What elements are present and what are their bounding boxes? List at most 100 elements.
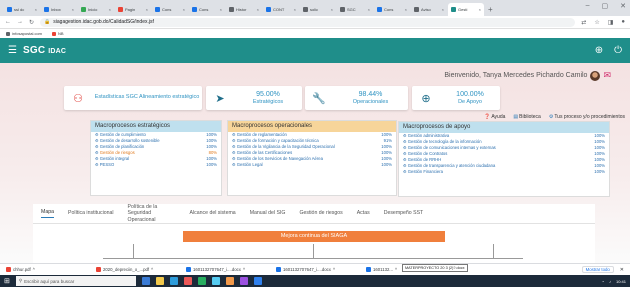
taskbar-app-icon[interactable] (197, 277, 206, 285)
close-window-icon[interactable]: ✕ (620, 2, 626, 10)
paper-plane-icon: ➤ (215, 92, 225, 105)
maximize-icon[interactable]: ▢ (602, 2, 609, 10)
network-icon[interactable]: ◔ (602, 279, 604, 284)
browser-tab[interactable]: CONT × (263, 3, 299, 16)
tab-label: Cons (384, 7, 394, 12)
card-strategic[interactable]: ➤ 95.00% Estratégicos (206, 86, 302, 110)
info-tab[interactable]: Actas (357, 210, 370, 216)
back-icon[interactable]: ← (5, 19, 11, 25)
forward-icon[interactable]: → (17, 19, 23, 25)
download-item[interactable]: 1601132707647_i....docx ^ (276, 267, 360, 272)
chevron-up-icon[interactable]: ^ (151, 267, 153, 272)
info-tab[interactable]: Política institucional (68, 210, 114, 216)
avatar[interactable] (590, 70, 601, 81)
download-item[interactable]: 2020_depreciin_o_...pdf ^ (96, 267, 180, 272)
tab-close-icon[interactable]: × (183, 7, 185, 12)
volume-icon[interactable]: ♪ (609, 279, 611, 284)
translate-icon[interactable]: ⇄ (581, 19, 586, 26)
browser-tab[interactable]: Histor × (226, 3, 262, 16)
card-operational[interactable]: 🔧 98.44% Operacionales (305, 86, 408, 110)
taskbar-search[interactable]: ⚲ Escribir aquí para buscar (15, 276, 136, 286)
taskbar-app-icon[interactable] (169, 277, 178, 285)
close-downloads-icon[interactable]: ✕ (620, 267, 624, 273)
tab-close-icon[interactable]: × (257, 7, 259, 12)
browser-tab[interactable]: ssl dc × (4, 3, 40, 16)
profile-icon[interactable]: ● (621, 19, 625, 26)
new-tab-button[interactable]: + (488, 5, 493, 14)
menu-icon[interactable]: ☰ (8, 45, 17, 56)
browser-tab[interactable]: Cons × (189, 3, 225, 16)
app-title-main: SGC (22, 45, 46, 56)
info-tab[interactable]: Mapa (41, 209, 54, 218)
taskbar-app-icon[interactable] (253, 277, 262, 285)
show-all-downloads-button[interactable]: Mostrar todo (581, 266, 614, 273)
browser-tab[interactable]: solic × (300, 3, 336, 16)
taskbar-app-icon[interactable] (183, 277, 192, 285)
windows-start-icon[interactable]: ⊞ (4, 277, 10, 285)
chevron-up-icon[interactable]: ^ (395, 267, 397, 272)
tab-close-icon[interactable]: × (442, 7, 444, 12)
tab-close-icon[interactable]: × (368, 7, 370, 12)
tab-close-icon[interactable]: × (405, 7, 407, 12)
clock[interactable]: 10:41 (616, 279, 626, 284)
browser-tab[interactable]: Pagin × (115, 3, 151, 16)
process-link[interactable]: ⚙Gestión Legal (232, 162, 263, 168)
process-link[interactable]: ⚙PESSO (95, 162, 114, 168)
help-link[interactable]: ❓Ayuda (484, 114, 505, 120)
info-tab[interactable]: Gestión de riesgos (299, 210, 342, 216)
taskbar-app-icon[interactable] (225, 277, 234, 285)
process-label: Gestión integral (99, 156, 130, 161)
tab-close-icon[interactable]: × (220, 7, 222, 12)
browser-tab[interactable]: Aviso × (411, 3, 447, 16)
browser-tab[interactable]: Gesti × (448, 3, 484, 16)
tab-close-icon[interactable]: × (109, 7, 111, 12)
taskbar-app-icon[interactable] (155, 277, 164, 285)
extensions-icon[interactable]: ◨ (608, 19, 614, 26)
browser-tab[interactable]: Cons × (374, 3, 410, 16)
tab-close-icon[interactable]: × (479, 7, 481, 12)
card-statistics[interactable]: ⚇ Estadísticas SGC Alineamiento estratégi… (64, 86, 202, 110)
app-title[interactable]: SGC IDAC (23, 45, 66, 56)
lifebuoy-icon[interactable]: ⊕ (595, 45, 603, 56)
reload-icon[interactable]: ↻ (29, 19, 34, 26)
tab-close-icon[interactable]: × (331, 7, 333, 12)
url-field[interactable]: 🔒 siagagestion.idac.gob.do/CalidadSG/ind… (40, 17, 576, 27)
browser-tab[interactable]: Inbox × (41, 3, 77, 16)
browser-tab[interactable]: SGC × (337, 3, 373, 16)
bookmark-item[interactable]: infosapostal.com (6, 31, 42, 36)
process-row[interactable]: ⚙Gestión Financiera 100% (399, 169, 609, 175)
process-link[interactable]: ⚙Gestión Financiera (403, 169, 443, 175)
download-item[interactable]: chhur.pdf ^ (6, 267, 90, 272)
tab-close-icon[interactable]: × (146, 7, 148, 12)
tab-close-icon[interactable]: × (72, 7, 74, 12)
star-icon[interactable]: ☆ (594, 19, 599, 26)
card-support[interactable]: ⊕ 100.00% De Apoyo (412, 86, 500, 110)
card-text: Estadísticas SGC Alineamiento estratégic… (92, 94, 202, 101)
info-tab[interactable]: Política de la Seguridad Operacional (128, 204, 176, 223)
download-item[interactable]: 1601132707647_i....docx ^ (186, 267, 270, 272)
info-tab[interactable]: Desempeño SST (384, 210, 424, 216)
minimize-icon[interactable]: – (586, 2, 590, 10)
library-link[interactable]: ▤Biblioteca (513, 114, 540, 120)
bookmark-item[interactable]: NB (52, 31, 64, 36)
diagram-connector (313, 244, 314, 258)
process-row[interactable]: ⚙PESSO 100% (91, 162, 221, 168)
info-tab[interactable]: Alcance del sistema (190, 210, 236, 216)
chevron-up-icon[interactable]: ^ (243, 267, 245, 272)
power-icon[interactable]: ⏻ (614, 45, 622, 56)
chevron-up-icon[interactable]: ^ (33, 267, 35, 272)
procedures-link[interactable]: ⚙Tus proceso y/o procedimientos (549, 114, 625, 120)
mail-icon[interactable]: ✉ (603, 70, 611, 81)
taskbar-app-icon[interactable] (239, 277, 248, 285)
taskbar-app-icon[interactable] (141, 277, 150, 285)
gear-icon: ⚙ (232, 132, 236, 137)
dashboard-gauge-icon: ⚇ (73, 92, 83, 105)
browser-tab[interactable]: Cons × (152, 3, 188, 16)
chevron-up-icon[interactable]: ^ (333, 267, 335, 272)
process-row[interactable]: ⚙Gestión Legal 100% (228, 162, 396, 168)
browser-tab[interactable]: Inicio × (78, 3, 114, 16)
tab-close-icon[interactable]: × (294, 7, 296, 12)
taskbar-app-icon[interactable] (211, 277, 220, 285)
tab-close-icon[interactable]: × (35, 7, 37, 12)
info-tab[interactable]: Manual del SIG (250, 210, 286, 216)
